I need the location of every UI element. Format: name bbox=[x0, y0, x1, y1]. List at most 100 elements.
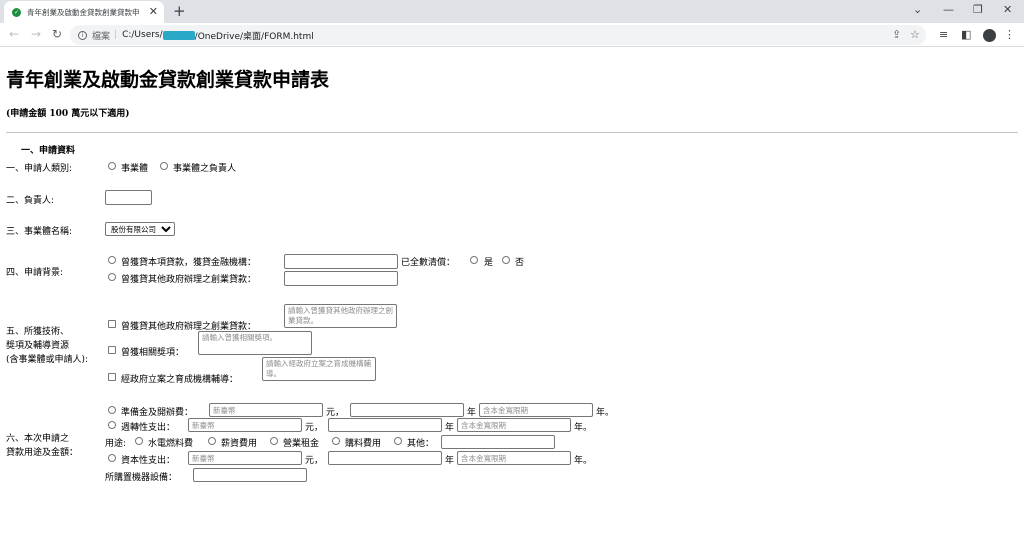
radio-prior-loan[interactable] bbox=[108, 256, 116, 264]
check-favicon-icon: ✓ bbox=[12, 7, 21, 17]
working-yuan-label: 元， bbox=[305, 423, 324, 433]
radio-business-entity[interactable] bbox=[108, 162, 116, 170]
capital-year-label: 年 bbox=[445, 456, 455, 466]
check-incubator[interactable] bbox=[108, 373, 116, 381]
check-awards[interactable] bbox=[108, 346, 116, 354]
maximize-button[interactable]: ❐ bbox=[973, 3, 983, 16]
address-bar[interactable]: i 檔案 | C:/Users/ /OneDrive/桌面/FORM.html … bbox=[70, 25, 926, 45]
prep-amount-input[interactable] bbox=[209, 403, 323, 417]
resources-label-line1: 五、所獲技術、 bbox=[6, 327, 70, 337]
radio-usage-salary[interactable] bbox=[208, 437, 216, 445]
page-title: 青年創業及啟動金貸款創業貸款申請表 bbox=[6, 69, 330, 91]
radio-entity-owner[interactable] bbox=[160, 162, 168, 170]
usage-amount-label-line2: 貸款用途及金額： bbox=[6, 448, 79, 458]
working-bank-input[interactable] bbox=[328, 418, 442, 432]
divider bbox=[6, 132, 1018, 133]
resources-label-line3: (含事業體或申請人): bbox=[6, 355, 89, 365]
working-year-label: 年 bbox=[445, 423, 455, 433]
radio-repaid-yes[interactable] bbox=[470, 256, 478, 264]
forward-icon[interactable]: → bbox=[31, 27, 41, 41]
working-period-input[interactable] bbox=[457, 418, 571, 432]
bookmark-star-icon[interactable]: ☆ bbox=[910, 28, 920, 41]
check-awards-label: 曾獲相關獎項： bbox=[121, 348, 185, 358]
address-path-start: C:/Users/ bbox=[122, 30, 163, 40]
radio-usage-utilities[interactable] bbox=[135, 437, 143, 445]
prep-period-input[interactable] bbox=[479, 403, 593, 417]
address-separator: | bbox=[114, 30, 118, 40]
applicant-type-label: 一、申請人類別: bbox=[6, 164, 73, 174]
page-subtitle: (申請金額 100 萬元以下適用) bbox=[6, 109, 130, 119]
radio-usage-rent-label: 營業租金 bbox=[283, 439, 320, 449]
radio-usage-other[interactable] bbox=[394, 437, 402, 445]
redacted-username bbox=[162, 30, 195, 40]
radio-repaid-yes-label: 是 bbox=[484, 258, 494, 268]
radio-usage-materials-label: 購料費用 bbox=[345, 439, 382, 449]
equipment-label: 所購置機器設備： bbox=[105, 473, 178, 483]
resources-label-line2: 獎項及輔導資源 bbox=[6, 341, 70, 351]
minimize-button[interactable]: — bbox=[943, 3, 954, 16]
working-year-end-label: 年。 bbox=[574, 423, 593, 433]
radio-preparation-label: 準備金及開辦費： bbox=[121, 408, 194, 418]
entity-type-select[interactable]: 股份有限公司 bbox=[105, 222, 175, 236]
check-incubator-label: 經政府立案之育成機構輔導： bbox=[121, 375, 239, 385]
radio-other-gov-loan[interactable] bbox=[108, 273, 116, 281]
repaid-label: 已全數清償： bbox=[401, 258, 456, 268]
side-panel-icon[interactable]: ◧ bbox=[961, 28, 971, 41]
form-page: 青年創業及啟動金貸款創業貸款申請表 (申請金額 100 萬元以下適用) 一、申請… bbox=[0, 48, 1024, 541]
back-icon[interactable]: ← bbox=[9, 27, 19, 41]
radio-usage-rent[interactable] bbox=[270, 437, 278, 445]
info-icon[interactable]: i bbox=[78, 30, 87, 40]
radio-repaid-no[interactable] bbox=[502, 256, 510, 264]
other-gov-loan-input[interactable] bbox=[284, 271, 398, 286]
capital-bank-input[interactable] bbox=[328, 451, 442, 465]
browser-tab[interactable]: ✓ 青年創業及啟動金貸款創業貸款申 ✕ bbox=[4, 1, 164, 23]
prep-year-label: 年 bbox=[467, 408, 477, 418]
capital-period-input[interactable] bbox=[457, 451, 571, 465]
menu-kebab-icon[interactable]: ⋮ bbox=[1004, 28, 1015, 41]
prep-bank-input[interactable] bbox=[350, 403, 464, 417]
browser-toolbar: ← → ↻ i 檔案 | C:/Users/ /OneDrive/桌面/FORM… bbox=[0, 23, 1024, 47]
radio-capital-label: 資本性支出： bbox=[121, 456, 176, 466]
radio-business-entity-label: 事業體 bbox=[121, 164, 149, 174]
new-tab-button[interactable]: + bbox=[173, 2, 186, 20]
capital-year-end-label: 年。 bbox=[574, 456, 593, 466]
radio-working-capital[interactable] bbox=[108, 421, 116, 429]
other-gov-loan-textarea[interactable] bbox=[284, 304, 397, 328]
capital-amount-input[interactable] bbox=[188, 451, 302, 465]
capital-yuan-label: 元， bbox=[305, 456, 324, 466]
radio-preparation[interactable] bbox=[108, 406, 116, 414]
radio-repaid-no-label: 否 bbox=[515, 258, 525, 268]
radio-working-capital-label: 週轉性支出： bbox=[121, 423, 176, 433]
browser-tabstrip: ✓ 青年創業及啟動金貸款創業貸款申 ✕ + ⌄ — ❐ ✕ bbox=[0, 0, 1024, 23]
incubator-textarea[interactable] bbox=[262, 357, 376, 381]
usage-label: 用途: bbox=[105, 439, 127, 449]
close-window-button[interactable]: ✕ bbox=[1003, 3, 1012, 16]
tab-title: 青年創業及啟動金貸款創業貸款申 bbox=[27, 7, 140, 17]
reload-icon[interactable]: ↻ bbox=[52, 27, 62, 41]
radio-other-gov-loan-label: 曾獲貸其他政府辦理之創業貸款： bbox=[121, 275, 257, 285]
prep-year-end-label: 年。 bbox=[596, 408, 615, 418]
tab-close-icon[interactable]: ✕ bbox=[149, 5, 158, 18]
share-icon[interactable]: ⇪ bbox=[892, 28, 901, 41]
radio-usage-utilities-label: 水電燃料費 bbox=[148, 439, 194, 449]
entity-name-label: 三、事業體名稱: bbox=[6, 227, 73, 237]
check-other-gov-loan[interactable] bbox=[108, 320, 116, 328]
awards-textarea[interactable] bbox=[198, 331, 312, 355]
usage-other-input[interactable] bbox=[441, 435, 555, 449]
radio-usage-other-label: 其他： bbox=[407, 439, 435, 449]
working-amount-input[interactable] bbox=[188, 418, 302, 432]
prep-yuan-label: 元， bbox=[326, 408, 345, 418]
profile-avatar-icon[interactable] bbox=[983, 29, 996, 42]
owner-input[interactable] bbox=[105, 190, 152, 205]
address-scheme-label: 檔案 bbox=[92, 31, 111, 42]
radio-usage-materials[interactable] bbox=[332, 437, 340, 445]
prior-bank-input[interactable] bbox=[284, 254, 398, 269]
radio-usage-salary-label: 薪資費用 bbox=[221, 439, 258, 449]
radio-capital[interactable] bbox=[108, 454, 116, 462]
equipment-input[interactable] bbox=[193, 468, 307, 482]
usage-amount-label-line1: 六、本次申請之 bbox=[6, 434, 70, 444]
address-path-end: /OneDrive/桌面/FORM.html bbox=[194, 31, 314, 42]
owner-label: 二、負責人: bbox=[6, 196, 55, 206]
tab-search-icon[interactable]: ⌄ bbox=[913, 3, 922, 16]
reading-list-icon[interactable]: ≡ bbox=[939, 28, 948, 41]
